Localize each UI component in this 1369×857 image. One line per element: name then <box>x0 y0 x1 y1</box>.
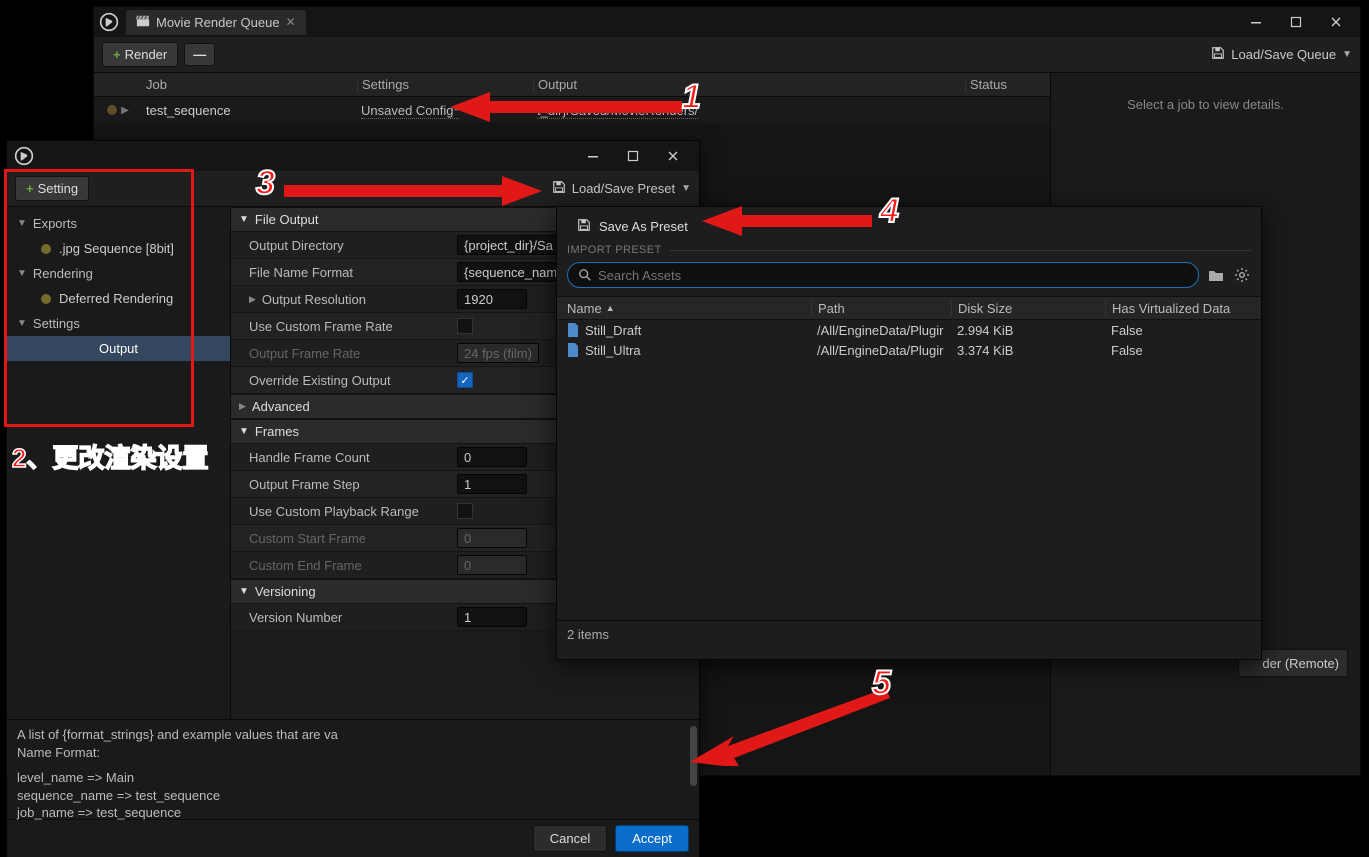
tab-movie-render-queue[interactable]: Movie Render Queue ✕ <box>126 10 306 35</box>
cancel-button[interactable]: Cancel <box>533 825 607 852</box>
window-maximize-button[interactable] <box>613 142 653 170</box>
column-job[interactable]: Job <box>142 77 357 92</box>
prop-file-name-format-label: File Name Format <box>231 265 457 280</box>
save-icon <box>552 180 566 197</box>
preset-item-count: 2 items <box>557 620 1261 648</box>
version-number-input[interactable]: 1 <box>457 607 527 627</box>
search-assets-input[interactable] <box>567 262 1199 288</box>
save-icon <box>577 218 591 235</box>
prop-output-frame-step-label: Output Frame Step <box>231 477 457 492</box>
window-maximize-button[interactable] <box>1276 8 1316 36</box>
preset-list-header: Name▲ Path Disk Size Has Virtualized Dat… <box>557 296 1261 320</box>
expand-icon: ▶ <box>249 294 256 305</box>
save-as-preset-menuitem[interactable]: Save As Preset <box>557 213 1261 240</box>
preset-row[interactable]: Still_Draft /All/EngineData/Plugir 2.994… <box>557 320 1261 340</box>
column-status[interactable]: Status <box>965 77 1050 92</box>
preset-list[interactable]: Still_Draft /All/EngineData/Plugir 2.994… <box>557 320 1261 620</box>
window-close-button[interactable] <box>1316 8 1356 36</box>
job-name: test_sequence <box>142 103 357 118</box>
window-close-button[interactable] <box>653 142 693 170</box>
mrq-titlebar: Movie Render Queue ✕ <box>94 7 1360 37</box>
override-existing-checkbox[interactable] <box>457 372 473 388</box>
column-output[interactable]: Output <box>533 77 965 92</box>
minus-icon: — <box>193 47 206 62</box>
gear-icon[interactable] <box>1233 266 1251 284</box>
expand-icon: ▶ <box>239 401 246 412</box>
folder-picker-icon[interactable] <box>1207 266 1225 284</box>
save-icon <box>1211 46 1225 63</box>
prop-use-custom-frame-rate-label: Use Custom Frame Rate <box>231 319 457 334</box>
clapper-icon <box>136 14 150 31</box>
tab-label: Movie Render Queue <box>156 15 280 30</box>
plus-icon: + <box>113 47 121 62</box>
format-strings-info: A list of {format_strings} and example v… <box>7 719 699 819</box>
remove-job-button[interactable]: — <box>184 43 215 66</box>
job-settings-link[interactable]: Unsaved Config* <box>361 103 459 119</box>
tab-close-icon[interactable]: ✕ <box>286 15 296 29</box>
custom-end-frame-input: 0 <box>457 555 527 575</box>
prop-handle-frame-count-label: Handle Frame Count <box>231 450 457 465</box>
output-frame-rate-input: 24 fps (film) <box>457 343 539 363</box>
mrq-toolbar: + Render — Load/Save Queue ▼ <box>94 37 1360 73</box>
render-button[interactable]: + Render <box>102 42 178 67</box>
unreal-logo-icon <box>98 11 120 33</box>
annotation-arrow <box>284 176 542 206</box>
search-icon <box>578 268 592 282</box>
use-custom-playback-range-checkbox[interactable] <box>457 503 473 519</box>
column-name[interactable]: Name▲ <box>557 301 811 316</box>
import-preset-section-label: IMPORT PRESET <box>557 240 1261 258</box>
window-minimize-button[interactable] <box>1236 8 1276 36</box>
use-custom-frame-rate-checkbox[interactable] <box>457 318 473 334</box>
chevron-down-icon: ▼ <box>239 586 249 597</box>
handle-frame-count-input[interactable]: 0 <box>457 447 527 467</box>
prop-output-directory-label: Output Directory <box>231 238 457 253</box>
load-save-preset-button[interactable]: Load/Save Preset <box>572 181 675 196</box>
annotation-arrow <box>450 92 682 122</box>
prop-custom-start-frame-label: Custom Start Frame <box>231 531 457 546</box>
chevron-down-icon: ▼ <box>239 426 249 437</box>
search-assets-field[interactable] <box>598 268 1188 283</box>
prop-version-number-label: Version Number <box>231 610 457 625</box>
load-save-queue-button[interactable]: Load/Save Queue <box>1231 47 1336 62</box>
prop-output-resolution-label[interactable]: ▶Output Resolution <box>231 292 457 307</box>
accept-button[interactable]: Accept <box>615 825 689 852</box>
file-icon <box>567 323 579 337</box>
column-size[interactable]: Disk Size <box>951 301 1105 316</box>
preset-row[interactable]: Still_Ultra /All/EngineData/Plugir 3.374… <box>557 340 1261 360</box>
column-settings[interactable]: Settings <box>357 77 533 92</box>
column-path[interactable]: Path <box>811 301 951 316</box>
cfg-titlebar <box>7 141 699 171</box>
window-minimize-button[interactable] <box>573 142 613 170</box>
output-frame-step-input[interactable]: 1 <box>457 474 527 494</box>
prop-use-custom-playback-range-label: Use Custom Playback Range <box>231 504 457 519</box>
output-resolution-input[interactable]: 1920 <box>457 289 527 309</box>
cfg-footer: Cancel Accept <box>7 819 699 857</box>
expand-icon[interactable]: ▶ <box>121 105 129 116</box>
annotation-arrow <box>690 686 890 766</box>
chevron-down-icon: ▼ <box>239 214 249 225</box>
job-status-icon <box>107 105 117 115</box>
file-icon <box>567 343 579 357</box>
prop-output-frame-rate-label: Output Frame Rate <box>231 346 457 361</box>
unreal-logo-icon <box>13 145 35 167</box>
prop-custom-end-frame-label: Custom End Frame <box>231 558 457 573</box>
render-label: Render <box>125 47 168 62</box>
chevron-down-icon: ▼ <box>681 183 691 194</box>
prop-override-existing-label: Override Existing Output <box>231 373 457 388</box>
sort-asc-icon: ▲ <box>606 303 615 313</box>
load-save-preset-popup: Save As Preset IMPORT PRESET Name▲ Path … <box>556 206 1262 660</box>
chevron-down-icon: ▼ <box>1342 49 1352 60</box>
column-virtualized[interactable]: Has Virtualized Data <box>1105 301 1261 316</box>
details-hint: Select a job to view details. <box>1127 97 1284 112</box>
custom-start-frame-input: 0 <box>457 528 527 548</box>
annotation-box <box>4 169 194 427</box>
annotation-arrow <box>702 206 872 236</box>
